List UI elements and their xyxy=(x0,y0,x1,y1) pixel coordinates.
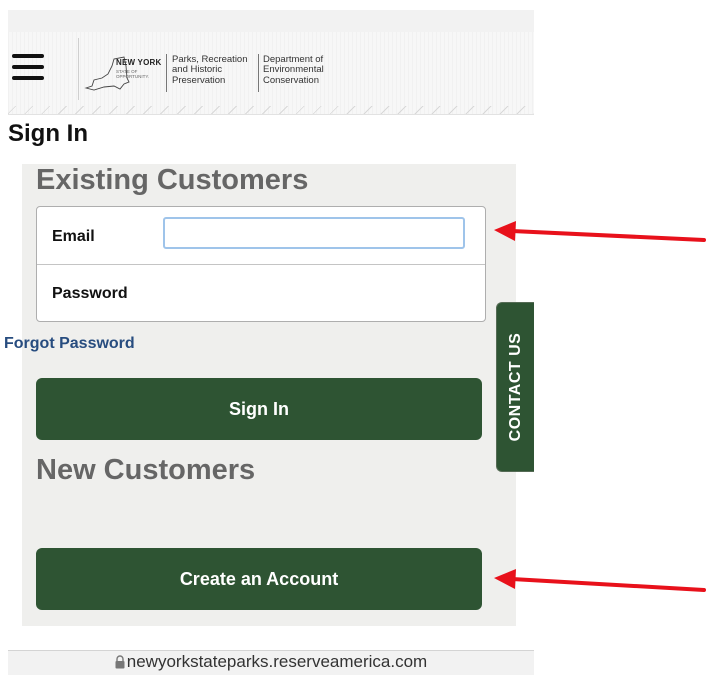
annotation-arrow-create-account xyxy=(494,569,706,592)
parks-agency-name: Parks, Recreation and Historic Preservat… xyxy=(172,54,248,86)
new-customers-heading: New Customers xyxy=(36,454,256,486)
url-text: newyorkstateparks.reserveamerica.com xyxy=(126,652,428,671)
header-divider xyxy=(78,38,79,100)
sign-in-button[interactable]: Sign In xyxy=(36,378,482,440)
ny-state-logo: NEW YORK STATE OF OPPORTUNITY. xyxy=(116,58,162,80)
existing-customers-heading: Existing Customers xyxy=(36,164,309,196)
agency-divider xyxy=(258,54,259,92)
lock-icon xyxy=(115,655,125,669)
annotation-arrow-email xyxy=(494,221,706,242)
form-divider xyxy=(37,264,485,265)
header-border xyxy=(8,106,534,114)
browser-url-bar[interactable]: newyorkstateparks.reserveamerica.com xyxy=(8,650,534,675)
email-field[interactable] xyxy=(163,217,465,249)
contact-us-label: CONTACT US xyxy=(506,332,524,442)
contact-us-tab[interactable]: CONTACT US xyxy=(496,302,534,472)
email-label: Email xyxy=(52,228,95,245)
dec-agency-name: Department of Environmental Conservation xyxy=(263,54,324,86)
password-field[interactable] xyxy=(163,275,469,311)
logo-divider xyxy=(166,54,167,92)
login-form: Email Password xyxy=(36,206,486,322)
page-title: Sign In xyxy=(8,120,88,147)
status-strip xyxy=(8,10,534,32)
menu-icon[interactable] xyxy=(12,54,52,86)
forgot-password-link[interactable]: Forgot Password xyxy=(4,335,135,353)
create-account-button[interactable]: Create an Account xyxy=(36,548,482,610)
site-header: NEW YORK STATE OF OPPORTUNITY. Parks, Rec… xyxy=(8,32,534,115)
password-label: Password xyxy=(52,285,128,302)
